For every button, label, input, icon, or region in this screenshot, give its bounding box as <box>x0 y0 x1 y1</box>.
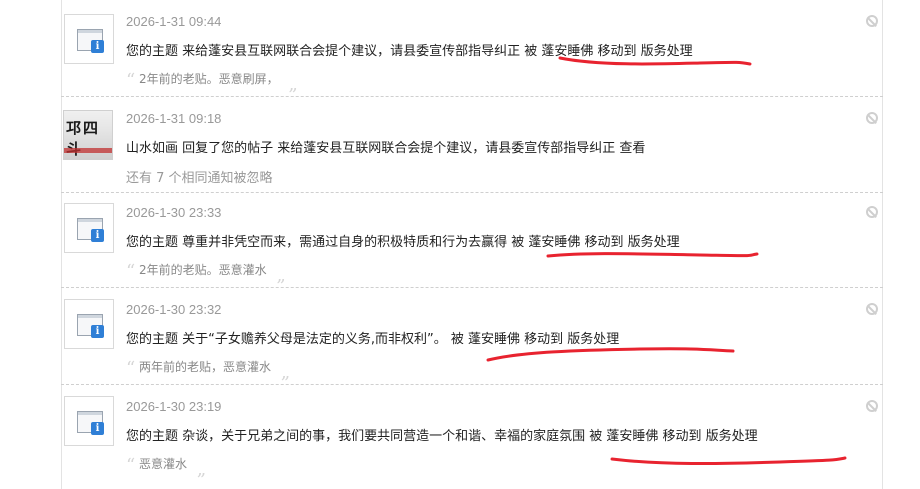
notification-note: “ 2年前的老贴。恶意灌水 „ <box>126 261 286 286</box>
notification-time: 2026-1-30 23:19 <box>126 399 222 414</box>
ignored-count-text[interactable]: 还有 7 个相同通知被忽略 <box>126 167 273 186</box>
system-notice-icon: i <box>64 14 114 64</box>
notification-item: i 2026-1-30 23:33 您的主题 尊重并非凭空而来，需通过自身的积极… <box>61 193 883 288</box>
notification-time: 2026-1-31 09:18 <box>126 111 222 126</box>
notification-item: i 2026-1-30 23:32 您的主题 关于“子女赡养父母是法定的义务,而… <box>61 288 883 385</box>
user-avatar[interactable]: 邛四斗 <box>63 110 113 160</box>
note-text: 两年前的老贴，恶意灌水 <box>139 360 272 374</box>
quote-open-icon: “ <box>126 455 136 476</box>
ignore-icon[interactable] <box>866 303 878 315</box>
notification-text[interactable]: 您的主题 关于“子女赡养父母是法定的义务,而非权利”。 被 蓬安睡佛 移动到 版… <box>126 328 619 347</box>
notification-text[interactable]: 您的主题 杂谈，关于兄弟之间的事，我们要共同营造一个和谐、幸福的家庭氛围 被 蓬… <box>126 425 758 444</box>
notification-text[interactable]: 您的主题 尊重并非凭空而来，需通过自身的积极特质和行为去赢得 被 蓬安睡佛 移动… <box>126 231 680 250</box>
note-text: 恶意灌水 <box>139 457 188 471</box>
note-text: 2年前的老贴。恶意灌水 <box>139 263 267 277</box>
quote-close-icon: „ <box>288 74 298 95</box>
ignore-icon[interactable] <box>866 112 878 124</box>
notification-text[interactable]: 山水如画 回复了您的帖子 来给蓬安县互联网联合会提个建议，请县委宣传部指导纠正 … <box>126 137 645 156</box>
ignore-icon[interactable] <box>866 206 878 218</box>
notification-time: 2026-1-30 23:33 <box>126 205 222 220</box>
notification-text[interactable]: 您的主题 来给蓬安县互联网联合会提个建议，请县委宣传部指导纠正 被 蓬安睡佛 移… <box>126 40 693 59</box>
notification-item: i 2026-1-31 09:44 您的主题 来给蓬安县互联网联合会提个建议，请… <box>61 0 883 97</box>
notification-time: 2026-1-31 09:44 <box>126 14 222 29</box>
system-notice-icon: i <box>64 203 114 253</box>
quote-close-icon: „ <box>276 265 286 286</box>
system-notice-icon: i <box>64 396 114 446</box>
quote-close-icon: „ <box>196 459 207 480</box>
quote-open-icon: “ <box>126 261 136 282</box>
notification-note: “ 恶意灌水 „ <box>126 455 206 480</box>
notification-item: i 2026-1-30 23:19 您的主题 杂谈，关于兄弟之间的事，我们要共同… <box>61 385 883 489</box>
notification-time: 2026-1-30 23:32 <box>126 302 222 317</box>
notification-note: “ 两年前的老贴，恶意灌水 „ <box>126 358 290 383</box>
notification-note: “ 2年前的老贴。恶意刷屏， „ <box>126 70 298 95</box>
ignore-icon[interactable] <box>866 400 878 412</box>
quote-open-icon: “ <box>126 70 136 91</box>
system-notice-icon: i <box>64 299 114 349</box>
quote-open-icon: “ <box>126 358 136 379</box>
notification-item: 邛四斗 2026-1-31 09:18 山水如画 回复了您的帖子 来给蓬安县互联… <box>61 97 883 193</box>
quote-close-icon: „ <box>280 362 291 383</box>
notification-list: i 2026-1-31 09:44 您的主题 来给蓬安县互联网联合会提个建议，请… <box>61 0 883 489</box>
note-text: 2年前的老贴。恶意刷屏， <box>139 72 279 86</box>
ignore-icon[interactable] <box>866 15 878 27</box>
